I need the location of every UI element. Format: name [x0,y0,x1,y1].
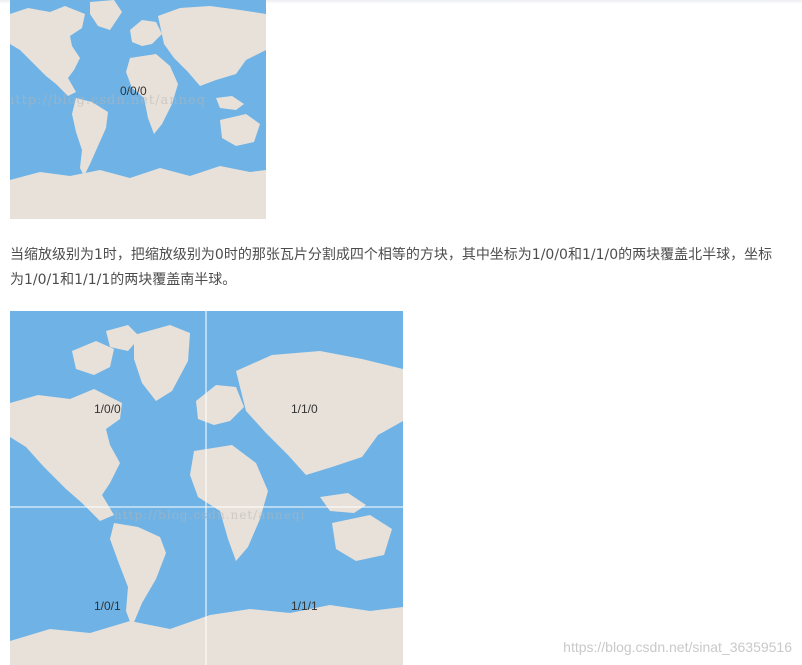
explanation-paragraph: 当缩放级别为1时，把缩放级别为0时的那张瓦片分割成四个相等的方块，其中坐标为1/… [10,247,773,288]
tile-label-1-0-0: 1/0/0 [94,402,121,416]
zoom0-map-tile: http://blog.csdn.net/anneq 0/0/0 [10,0,266,219]
tile-label-1-1-0: 1/1/0 [291,402,318,416]
tile-watermark: http://blog.csdn.net/anneq [10,93,207,108]
world-map-image [10,311,403,665]
tile-label-1-0-1: 1/0/1 [94,599,121,613]
tile-label-0-0-0: 0/0/0 [120,84,147,98]
tile-label-1-1-1: 1/1/1 [291,599,318,613]
tile-watermark: http://blog.csdn.net/anneqi [114,508,306,522]
page-watermark: https://blog.csdn.net/sinat_36359516 [563,639,792,655]
zoom1-map-tiles: http://blog.csdn.net/anneqi 1/0/0 1/1/0 … [10,311,403,665]
world-map-image [10,0,266,219]
